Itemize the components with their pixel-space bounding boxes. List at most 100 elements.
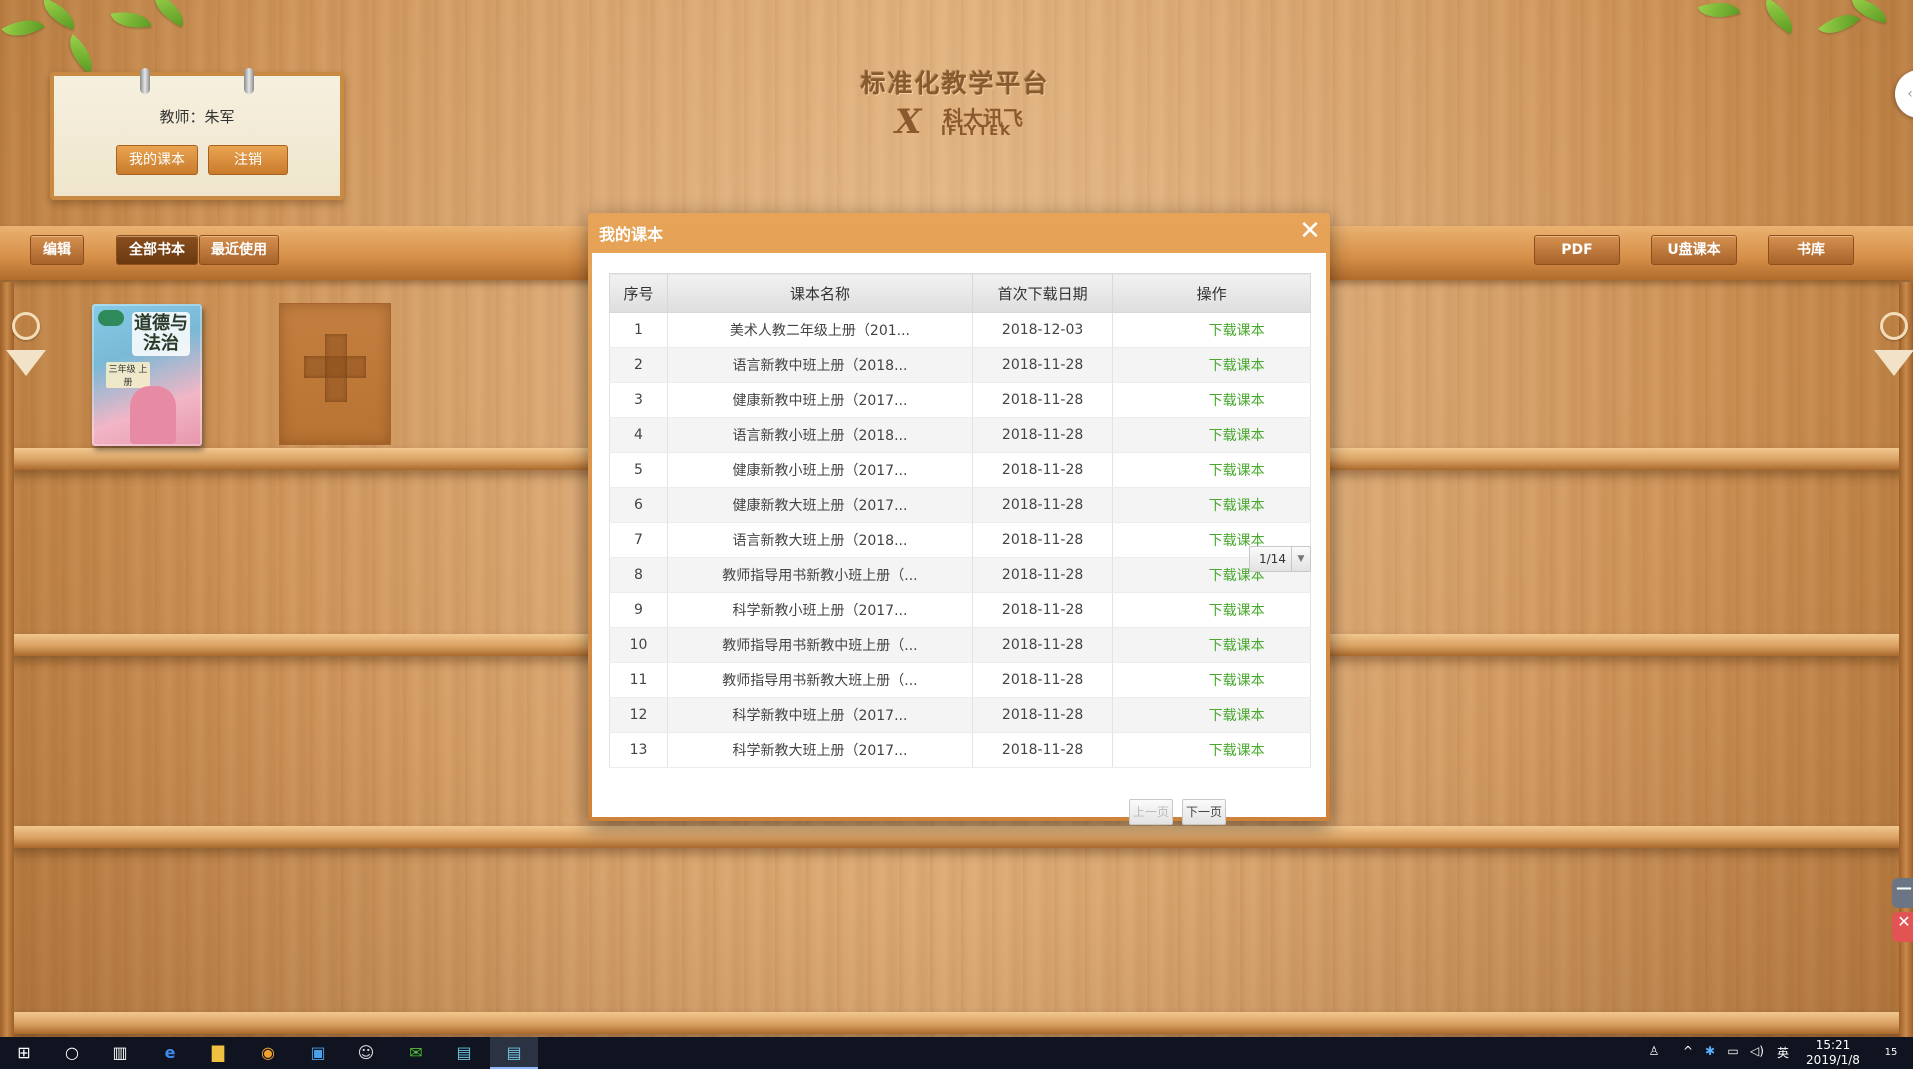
edit-button[interactable]: 编辑	[30, 235, 84, 265]
binder-pin	[140, 68, 150, 94]
leaf-decoration	[1757, 0, 1801, 35]
book-cover[interactable]: 道德与法治 三年级 上册	[92, 304, 202, 446]
chrome-icon[interactable]: ◉	[256, 1041, 280, 1065]
table-row: 13 科学新教大班上册（2017... 2018-11-28 下载课本	[608, 732, 1311, 768]
volume-icon[interactable]: ◁)	[1748, 1044, 1766, 1064]
cell-book-name: 健康新教大班上册（2017...	[667, 487, 973, 523]
taskbar	[0, 1037, 1913, 1069]
brand-en: IFLYTEK	[941, 124, 1013, 139]
cell-index: 12	[608, 697, 669, 733]
table-row: 11 教师指导用书新教大班上册（... 2018-11-28 下载课本	[608, 662, 1311, 698]
download-book-link[interactable]: 下载课本	[1159, 708, 1265, 724]
cell-download-date: 2018-11-28	[971, 417, 1114, 453]
teaching-platform-active-icon[interactable]: ▤	[502, 1041, 526, 1065]
chevron-up-icon[interactable]: ^	[1680, 1044, 1696, 1064]
iflytek-logo: X 科大讯飞 IFLYTEK	[895, 100, 1035, 142]
minimize-button[interactable]: —	[1892, 878, 1913, 908]
cell-action: 下载课本	[1112, 347, 1311, 383]
book-title: 道德与法治	[132, 312, 190, 356]
task-view-icon[interactable]: ▥	[108, 1041, 132, 1065]
network-icon[interactable]: ▭	[1724, 1044, 1742, 1064]
collapse-panel-button[interactable]: ‹	[1895, 70, 1913, 118]
edge-browser-icon[interactable]: e	[158, 1041, 182, 1065]
app-avatar-icon[interactable]: ☺	[354, 1041, 378, 1065]
dialog-title: 我的课本	[599, 225, 664, 244]
publisher-badge-icon	[98, 310, 124, 326]
table-row: 10 教师指导用书新教中班上册（... 2018-11-28 下载课本	[608, 627, 1311, 663]
app-title: 标准化教学平台	[860, 69, 1050, 98]
cell-index: 8	[608, 557, 669, 593]
cell-download-date: 2018-12-03	[971, 312, 1114, 348]
cell-index: 2	[608, 347, 669, 383]
download-book-link[interactable]: 下载课本	[1159, 428, 1265, 444]
book-grade: 三年级 上册	[106, 362, 150, 388]
cell-book-name: 健康新教中班上册（2017...	[667, 382, 973, 418]
download-book-link[interactable]: 下载课本	[1159, 638, 1265, 654]
cell-index: 13	[608, 732, 669, 768]
binder-pin	[244, 68, 254, 94]
leaf-decoration	[1697, 0, 1741, 26]
cell-book-name: 科学新教大班上册（2017...	[667, 732, 973, 768]
download-book-link[interactable]: 下载课本	[1159, 603, 1265, 619]
cell-index: 11	[608, 662, 669, 698]
table-row: 8 教师指导用书新教小班上册（... 2018-11-28 下载课本	[608, 557, 1311, 593]
download-book-link[interactable]: 下载课本	[1159, 463, 1265, 479]
people-icon[interactable]: ♙	[1644, 1044, 1664, 1064]
download-book-link[interactable]: 下载课本	[1159, 498, 1265, 514]
my-books-button[interactable]: 我的课本	[116, 145, 198, 175]
table-row: 7 语言新教大班上册（2018... 2018-11-28 下载课本	[608, 522, 1311, 558]
cell-index: 5	[608, 452, 669, 488]
cell-download-date: 2018-11-28	[971, 347, 1114, 383]
cell-book-name: 语言新教中班上册（2018...	[667, 347, 973, 383]
close-icon[interactable]: ✕	[1296, 217, 1324, 245]
clock-date: 2019/1/8	[1806, 1053, 1860, 1067]
cell-index: 6	[608, 487, 669, 523]
file-explorer-icon[interactable]: ▇	[206, 1041, 230, 1065]
wechat-icon[interactable]: ✉	[404, 1041, 428, 1065]
close-app-button[interactable]: ✕	[1892, 912, 1913, 942]
download-book-link[interactable]: 下载课本	[1159, 358, 1265, 374]
clock[interactable]: 15:21 2019/1/8	[1798, 1038, 1868, 1068]
leaf-decoration	[1, 9, 45, 47]
leaf-decoration	[1818, 4, 1860, 44]
teacher-card: 教师：朱军 我的课本 注销	[50, 68, 344, 200]
pdf-button[interactable]: PDF	[1534, 235, 1620, 265]
download-book-link[interactable]: 下载课本	[1159, 743, 1265, 759]
bluetooth-icon[interactable]: ✱	[1702, 1044, 1718, 1064]
next-page-button[interactable]: 下一页	[1182, 799, 1226, 825]
tab-recent[interactable]: 最近使用	[199, 235, 279, 265]
cell-download-date: 2018-11-28	[971, 452, 1114, 488]
add-book-button[interactable]	[279, 303, 391, 445]
prev-page-button[interactable]: 上一页	[1129, 799, 1173, 825]
search-icon[interactable]: ○	[60, 1041, 84, 1065]
logout-button[interactable]: 注销	[208, 145, 288, 175]
pull-down-arrow-icon[interactable]	[6, 350, 46, 376]
cell-download-date: 2018-11-28	[971, 627, 1114, 663]
download-book-link[interactable]: 下载课本	[1159, 323, 1265, 339]
download-book-link[interactable]: 下载课本	[1159, 393, 1265, 409]
cell-action: 下载课本	[1112, 627, 1311, 663]
teaching-platform-icon[interactable]: ▤	[452, 1041, 476, 1065]
download-book-link[interactable]: 下载课本	[1159, 673, 1265, 689]
cell-action: 下载课本	[1112, 697, 1311, 733]
page-select[interactable]: 1/14 ▼	[1249, 546, 1311, 572]
windows-start-icon[interactable]: ⊞	[12, 1041, 36, 1065]
usb-books-button[interactable]: U盘课本	[1651, 235, 1737, 265]
shelf-left-rail	[0, 282, 14, 1042]
cell-download-date: 2018-11-28	[971, 487, 1114, 523]
cell-index: 10	[608, 627, 669, 663]
cell-action: 下载课本	[1112, 452, 1311, 488]
leaf-decoration	[147, 0, 191, 28]
table-row: 2 语言新教中班上册（2018... 2018-11-28 下载课本	[608, 347, 1311, 383]
notification-icon[interactable]: 15	[1876, 1044, 1906, 1064]
library-button[interactable]: 书库	[1768, 235, 1854, 265]
column-header-date: 首次下载日期	[971, 273, 1114, 313]
cell-action: 下载课本	[1112, 487, 1311, 523]
cell-action: 下载课本	[1112, 732, 1311, 768]
tab-all-books[interactable]: 全部书本	[116, 235, 198, 265]
table-row: 6 健康新教大班上册（2017... 2018-11-28 下载课本	[608, 487, 1311, 523]
store-icon[interactable]: ▣	[306, 1041, 330, 1065]
ime-indicator[interactable]: 英	[1774, 1044, 1792, 1064]
pull-down-arrow-icon[interactable]	[1874, 350, 1913, 376]
teacher-name: 教师：朱军	[159, 108, 235, 126]
